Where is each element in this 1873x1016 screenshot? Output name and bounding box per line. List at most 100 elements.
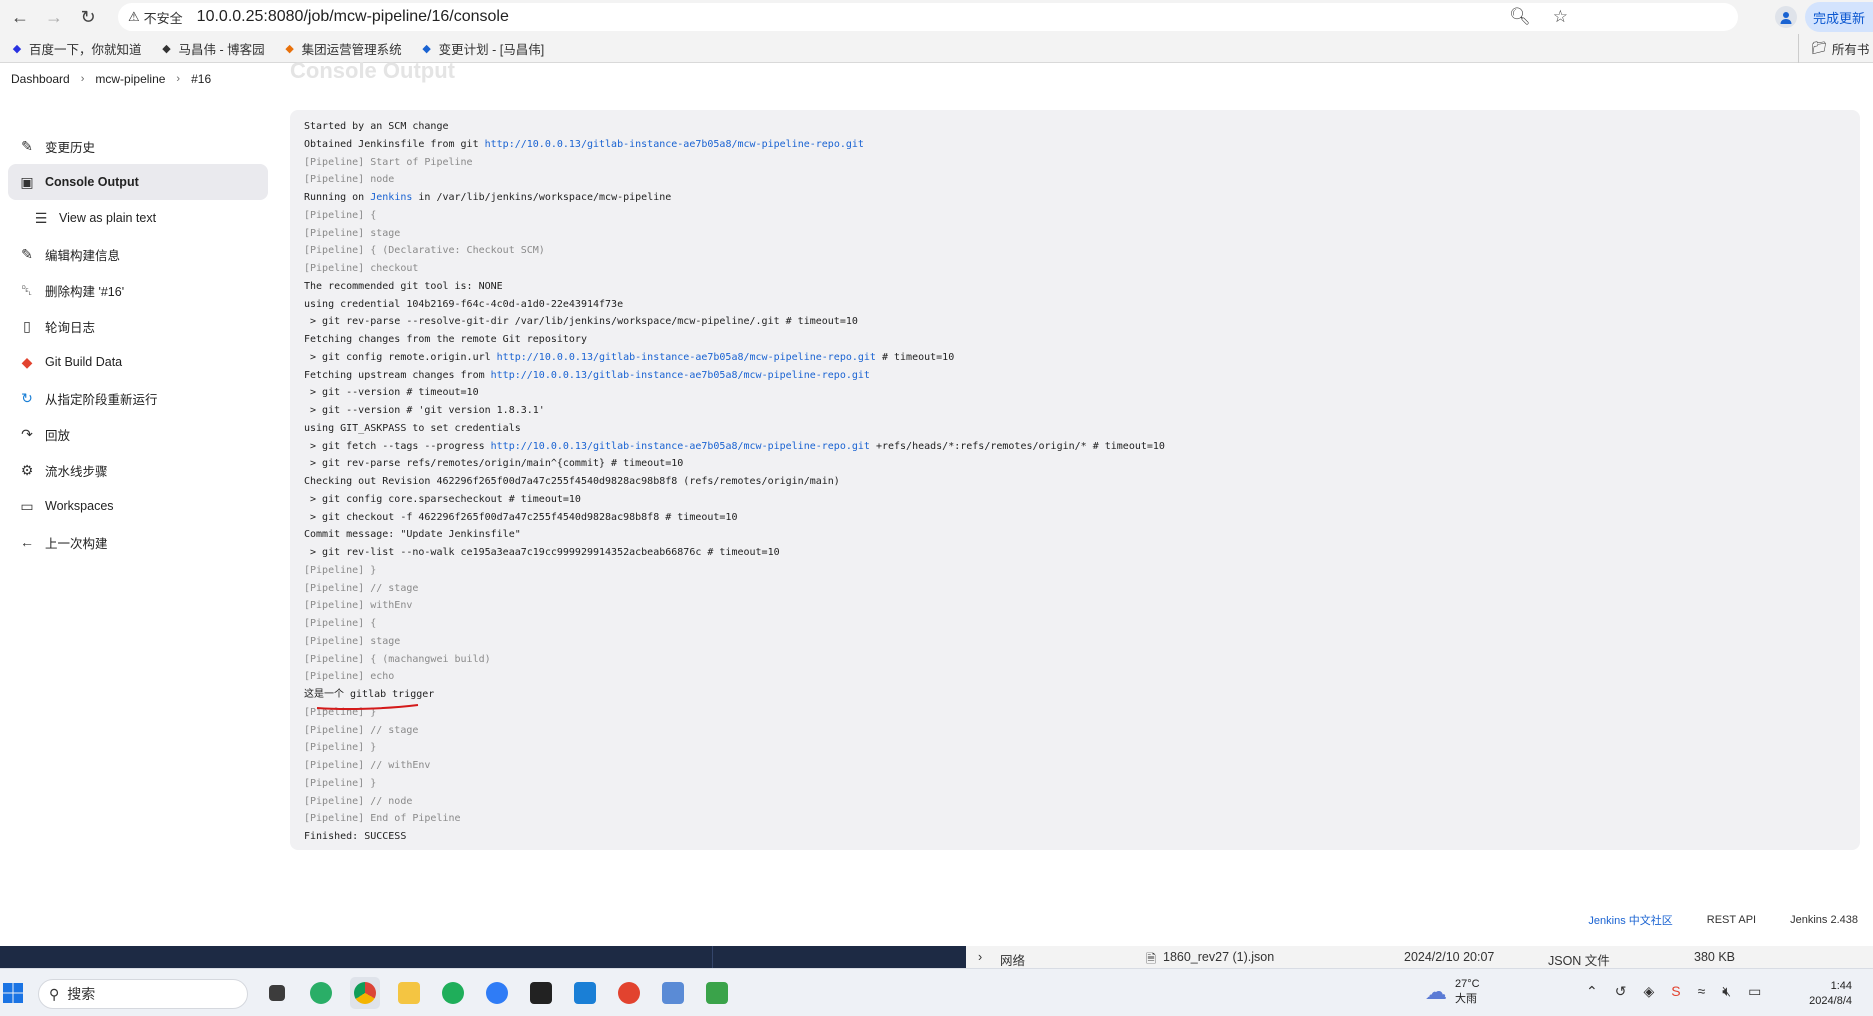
sidebar-item-label: View as plain text — [59, 211, 157, 225]
footer-rest-api-link[interactable]: REST API — [1707, 914, 1756, 926]
ime-icon[interactable]: ◈ — [1643, 983, 1654, 1000]
sidebar-item-label: Git Build Data — [45, 355, 123, 369]
console-line: Running on Jenkins in /var/lib/jenkins/w… — [304, 192, 672, 203]
breadcrumb-dashboard[interactable]: Dashboard — [11, 72, 70, 86]
sidebar-item[interactable]: ⚙ 流水线步骤 — [8, 452, 268, 488]
console-line: Commit message: "Update Jenkinsfile" — [304, 529, 521, 541]
green-app-icon[interactable] — [702, 977, 732, 1009]
console-line: [Pipeline] withEnv — [304, 600, 413, 612]
breadcrumb-job[interactable]: mcw-pipeline — [95, 72, 165, 86]
wechat-icon[interactable] — [306, 977, 336, 1009]
reload-icon[interactable]: ↻ — [74, 3, 102, 31]
sidebar-item-label: 从指定阶段重新运行 — [45, 392, 158, 407]
all-bookmarks-folder[interactable]: 📁︎ 所有书 — [1798, 34, 1873, 63]
console-link[interactable]: http://10.0.0.13/gitlab-instance-ae7b05a… — [491, 441, 870, 452]
browser-toolbar: ← → ↻ ⚠ 不安全 10.0.0.25:8080/job/mcw-pipel… — [0, 0, 1873, 34]
sidebar-item[interactable]: ▭ Workspaces — [8, 488, 268, 524]
console-line: Finished: SUCCESS — [304, 831, 407, 842]
wifi-icon[interactable]: ≈ — [1698, 983, 1706, 1000]
taskbar: ⚲ 搜索 ☁︎ 27°C 大雨 ⌃ ↺ ◈ S ≈ 🔇︎ ▭ 1:44 2024… — [0, 968, 1873, 1016]
console-output: Started by an SCM change Obtained Jenkins… — [290, 110, 1860, 850]
console-line: [Pipeline] checkout — [304, 263, 419, 274]
explorer-file-row[interactable]: › 网络 🗎︎ 1860_rev27 (1).json 2024/2/10 20… — [966, 946, 1873, 968]
console-link[interactable]: http://10.0.0.13/gitlab-instance-ae7b05a… — [497, 352, 876, 363]
file-size: 380 KB — [1694, 950, 1736, 964]
console-line: [Pipeline] // node — [304, 795, 413, 807]
virtualbox-icon[interactable] — [570, 977, 600, 1009]
sidebar-item[interactable]: ▯ 轮询日志 — [8, 308, 268, 344]
console-link[interactable]: http://10.0.0.13/gitlab-instance-ae7b05a… — [491, 370, 870, 381]
footer-community-link[interactable]: Jenkins 中文社区 — [1588, 912, 1672, 928]
console-line: [Pipeline] } — [304, 706, 377, 718]
sidebar-item[interactable]: ← 上一次构建 — [8, 524, 268, 560]
sidebar-item[interactable]: ␡ 删除构建 '#16' — [8, 272, 268, 308]
file-explorer-icon[interactable] — [394, 977, 424, 1009]
console-line: Fetching upstream changes from http://10… — [304, 369, 870, 381]
taskbar-clock[interactable]: 1:44 2024/8/4 — [1804, 979, 1852, 1009]
footer-version[interactable]: Jenkins 2.438 — [1790, 914, 1858, 926]
console-line: > git --version # 'git version 1.8.3.1' — [304, 405, 545, 416]
url-text[interactable]: 10.0.0.25:8080/job/mcw-pipeline/16/conso… — [197, 8, 509, 26]
sidebar-item[interactable]: ▣ Console Output — [8, 164, 268, 200]
console-line: > git --version # timeout=10 — [304, 387, 479, 399]
bookmark-item[interactable]: ◆ 变更计划 - [马昌伟] — [420, 39, 544, 58]
red-app-icon[interactable] — [614, 977, 644, 1009]
bookmark-favicon-icon: ◆ — [422, 42, 431, 55]
sidebar-item[interactable]: ◆ Git Build Data — [8, 344, 268, 380]
address-bar[interactable]: ⚠ 不安全 10.0.0.25:8080/job/mcw-pipeline/16… — [118, 3, 1738, 31]
zoom-icon[interactable]: 🔍︎ — [1509, 7, 1531, 27]
browser-e-icon[interactable] — [438, 977, 468, 1009]
sidebar-item[interactable]: ✎ 编辑构建信息 — [8, 236, 268, 272]
weather-widget[interactable]: ☁︎ 27°C 大雨 — [1425, 977, 1480, 1007]
console-link[interactable]: http://10.0.0.13/gitlab-instance-ae7b05a… — [485, 139, 864, 150]
clipboard-icon: ▯ — [23, 317, 31, 334]
folder-icon: 📁︎ — [1811, 41, 1827, 55]
chevron-up-icon[interactable]: ⌃ — [1586, 983, 1598, 1000]
notepad-icon: ✎ — [21, 137, 33, 154]
trash-icon: ␡ — [21, 281, 33, 298]
insecure-indicator[interactable]: ⚠ 不安全 — [128, 8, 183, 27]
console-line: [Pipeline] stage — [304, 227, 401, 239]
back-icon[interactable]: ← — [6, 3, 34, 31]
search-icon: ⚲ — [49, 985, 60, 1002]
sidebar-item-label: 回放 — [45, 428, 71, 443]
console-line: The recommended git tool is: NONE — [304, 280, 503, 292]
sidebar-item[interactable]: ↷ 回放 — [8, 416, 268, 452]
bookmark-star-icon[interactable]: ☆ — [1553, 7, 1568, 27]
bookmark-item[interactable]: ◆ 集团运营管理系统 — [283, 39, 401, 58]
terminal-icon: ▣ — [20, 173, 34, 190]
sidebar-item[interactable]: ☰ View as plain text — [8, 200, 268, 236]
sidebar-item-label: 变更历史 — [45, 140, 96, 155]
bookmark-item[interactable]: ◆ 百度一下，你就知道 — [10, 39, 142, 58]
profile-avatar-icon[interactable] — [1775, 6, 1797, 28]
app-s-icon[interactable]: S — [1671, 983, 1680, 1000]
battery-icon[interactable]: ▭ — [1748, 983, 1761, 1000]
forward-icon[interactable]: → — [40, 3, 68, 31]
sync-icon[interactable]: ↺ — [1615, 983, 1627, 1000]
chrome-icon[interactable] — [350, 977, 380, 1009]
breadcrumb-build[interactable]: #16 — [191, 72, 211, 86]
monitor-app-icon[interactable] — [658, 977, 688, 1009]
console-line: > git fetch --tags --progress http://10.… — [304, 440, 1165, 452]
notepad-icon: ✎ — [21, 245, 33, 262]
clock-date: 2024/8/4 — [1809, 995, 1852, 1007]
windows-start-icon[interactable] — [2, 982, 24, 1004]
console-link[interactable]: Jenkins — [370, 192, 412, 203]
file-name[interactable]: 1860_rev27 (1).json — [1163, 950, 1274, 964]
bookmarks-bar: ◆ 百度一下，你就知道 ◆ 马昌伟 - 博客园 ◆ 集团运营管理系统 ◆ 变更计划 - [马昌… — [0, 34, 1873, 63]
console-line: [Pipeline] Start of Pipeline — [304, 156, 473, 168]
bookmark-item[interactable]: ◆ 马昌伟 - 博客园 — [160, 39, 264, 58]
console-line: [Pipeline] { (machangwei build) — [304, 653, 491, 665]
sidebar-item[interactable]: ✎ 变更历史 — [8, 128, 268, 164]
console-line: [Pipeline] } — [304, 777, 377, 789]
task-view-icon[interactable] — [262, 977, 292, 1009]
volume-muted-icon[interactable]: 🔇︎ — [1722, 983, 1731, 1000]
chevron-right-icon: › — [176, 73, 181, 85]
gear-icon: ⚙ — [20, 461, 34, 478]
network-tree-item[interactable]: 网络 — [1000, 950, 1025, 969]
taskbar-search[interactable]: ⚲ 搜索 — [38, 979, 248, 1009]
terminal-app-icon[interactable] — [526, 977, 556, 1009]
update-button[interactable]: 完成更新 — [1805, 2, 1873, 32]
app-network-icon[interactable] — [482, 977, 512, 1009]
sidebar-item[interactable]: ↻ 从指定阶段重新运行 — [8, 380, 268, 416]
